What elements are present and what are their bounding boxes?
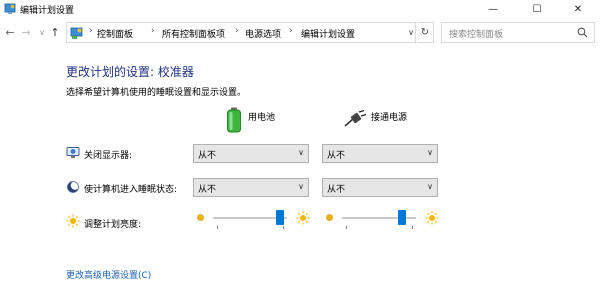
address-history-dropdown[interactable]: ∨ <box>405 22 417 43</box>
chevron-down-icon: ∨ <box>298 148 304 157</box>
control-panel-icon <box>70 27 83 39</box>
slider-thumb[interactable] <box>398 210 406 225</box>
slider-tick <box>412 226 413 229</box>
search-icon <box>577 27 588 38</box>
power-plug-icon <box>344 110 367 127</box>
sleep-plugged-select[interactable]: 从不 ∨ <box>322 178 438 197</box>
brightness-low-icon <box>197 214 204 221</box>
display-off-plugged-select[interactable]: 从不 ∨ <box>322 144 438 163</box>
slider-tick <box>346 226 347 229</box>
recent-locations-button[interactable]: ∨ <box>35 24 49 40</box>
breadcrumb-item-all-items[interactable]: 所有控制面板项 <box>162 27 225 40</box>
brightness-high-icon <box>425 211 439 225</box>
refresh-button[interactable]: ↻ <box>417 22 434 43</box>
brightness-low-icon <box>326 214 333 221</box>
breadcrumb-separator[interactable]: › <box>289 26 293 36</box>
minimize-button[interactable]: — <box>478 0 508 18</box>
breadcrumb-item-edit-plan[interactable]: 编辑计划设置 <box>301 27 355 40</box>
arrow-left-icon: ← <box>5 25 15 39</box>
close-icon: ✕ <box>573 3 583 15</box>
page-description: 选择希望计算机使用的睡眠设置和显示设置。 <box>66 88 247 98</box>
maximize-icon: ☐ <box>532 3 542 15</box>
breadcrumb-separator[interactable]: › <box>235 26 239 36</box>
advanced-power-settings-link[interactable]: 更改高级电源设置(C) <box>66 268 151 281</box>
breadcrumb-separator[interactable]: › <box>151 26 155 36</box>
display-off-label: 关闭显示器: <box>84 151 133 161</box>
chevron-down-icon: ∨ <box>298 182 304 191</box>
column-header-plugged-in: 接通电源 <box>371 113 408 123</box>
title-bar: 编辑计划设置 — ☐ ✕ <box>0 0 600 18</box>
page-title: 更改计划的设置: 校准器 <box>66 65 194 79</box>
chevron-down-icon: ∨ <box>408 28 414 37</box>
close-button[interactable]: ✕ <box>563 0 593 18</box>
search-box[interactable]: 搜索控制面板 <box>441 22 595 43</box>
sleep-label: 使计算机进入睡眠状态: <box>84 185 178 195</box>
moon-icon <box>67 181 80 193</box>
search-input[interactable]: 搜索控制面板 <box>449 27 503 40</box>
brightness-plugged-slider[interactable] <box>342 209 416 229</box>
address-bar[interactable]: › 控制面板 › 所有控制面板项 › 电源选项 › 编辑计划设置 <box>66 22 416 43</box>
slider-thumb[interactable] <box>276 210 284 225</box>
sleep-battery-select[interactable]: 从不 ∨ <box>193 178 309 197</box>
forward-button[interactable]: → <box>19 24 33 40</box>
minimize-icon: — <box>488 3 498 15</box>
brightness-battery-slider[interactable] <box>213 209 287 229</box>
column-header-battery: 用电池 <box>248 113 276 123</box>
battery-icon <box>227 107 241 133</box>
breadcrumb-separator: › <box>89 26 93 36</box>
refresh-icon: ↻ <box>420 27 430 38</box>
breadcrumb-item-power-options[interactable]: 电源选项 <box>245 27 281 40</box>
display-off-battery-select[interactable]: 从不 ∨ <box>193 144 309 163</box>
arrow-up-icon: ↑ <box>50 25 60 39</box>
back-button[interactable]: ← <box>3 24 17 40</box>
arrow-right-icon: → <box>21 25 31 39</box>
chevron-down-icon: ∨ <box>427 182 433 191</box>
brightness-icon <box>66 214 80 228</box>
control-panel-icon <box>4 3 16 14</box>
chevron-down-icon: ∨ <box>427 148 433 157</box>
breadcrumb-item-control-panel[interactable]: 控制面板 <box>97 27 133 40</box>
select-value: 从不 <box>327 185 346 195</box>
window-title: 编辑计划设置 <box>20 6 75 16</box>
slider-tick <box>283 226 284 229</box>
brightness-label: 调整计划亮度: <box>84 220 142 230</box>
maximize-button[interactable]: ☐ <box>522 0 552 18</box>
select-value: 从不 <box>198 151 217 161</box>
brightness-high-icon <box>296 211 310 225</box>
monitor-icon <box>66 147 80 158</box>
chevron-down-icon: ∨ <box>39 27 45 37</box>
select-value: 从不 <box>198 185 217 195</box>
up-button[interactable]: ↑ <box>48 24 62 40</box>
select-value: 从不 <box>327 151 346 161</box>
slider-tick <box>217 226 218 229</box>
